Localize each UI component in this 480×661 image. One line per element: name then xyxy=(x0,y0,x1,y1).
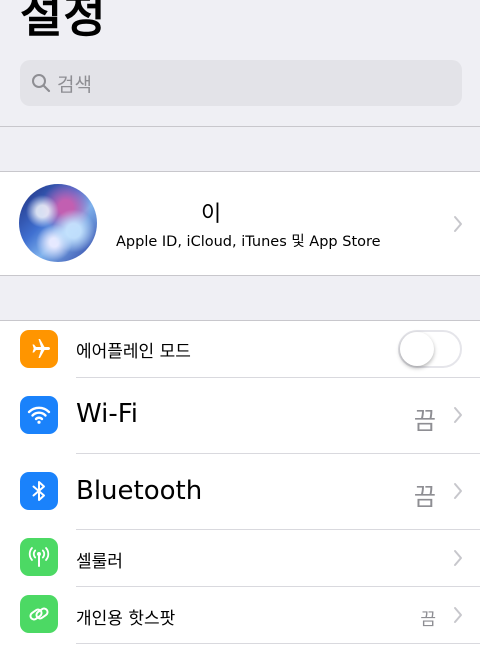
airplane-mode-toggle[interactable] xyxy=(398,330,462,368)
wifi-row[interactable]: Wi-Fi 끔 xyxy=(0,377,480,454)
wifi-label: Wi-Fi xyxy=(76,399,139,429)
separator xyxy=(0,126,480,127)
chevron-right-icon xyxy=(454,216,462,232)
hotspot-icon xyxy=(20,595,58,633)
personal-hotspot-row[interactable]: 개인용 핫스팟 끔 xyxy=(0,586,480,644)
airplane-mode-label: 에어플레인 모드 xyxy=(76,342,191,362)
bluetooth-row[interactable]: Bluetooth 끔 xyxy=(0,453,480,530)
hotspot-status: 끔 xyxy=(420,610,436,630)
chevron-right-icon xyxy=(454,483,462,499)
profile-subtitle: Apple ID, iCloud, iTunes 및 App Store xyxy=(116,234,381,250)
hotspot-label: 개인용 핫스팟 xyxy=(76,609,176,629)
chevron-right-icon xyxy=(454,607,462,623)
wifi-status: 끔 xyxy=(413,407,436,435)
search-icon xyxy=(32,74,51,93)
profile-name: 이 xyxy=(201,202,222,227)
toggle-knob xyxy=(400,332,434,366)
cellular-label: 셀룰러 xyxy=(76,552,123,572)
avatar xyxy=(19,184,97,262)
chevron-right-icon xyxy=(454,550,462,566)
bluetooth-icon xyxy=(20,472,58,510)
apple-id-profile-row[interactable] xyxy=(0,171,480,276)
bluetooth-label: Bluetooth xyxy=(76,476,203,506)
search-placeholder: 검색 xyxy=(57,73,92,96)
page-title: 설정 xyxy=(20,0,107,43)
airplane-mode-row[interactable]: 에어플레인 모드 xyxy=(0,321,480,378)
row-divider xyxy=(76,643,480,644)
chevron-right-icon xyxy=(454,407,462,423)
bluetooth-status: 끔 xyxy=(413,483,436,511)
airplane-icon xyxy=(20,330,58,368)
cellular-row[interactable]: 셀룰러 xyxy=(0,529,480,587)
antenna-icon xyxy=(20,538,58,576)
wifi-icon xyxy=(20,396,58,434)
search-bar[interactable]: 검색 xyxy=(20,60,462,106)
